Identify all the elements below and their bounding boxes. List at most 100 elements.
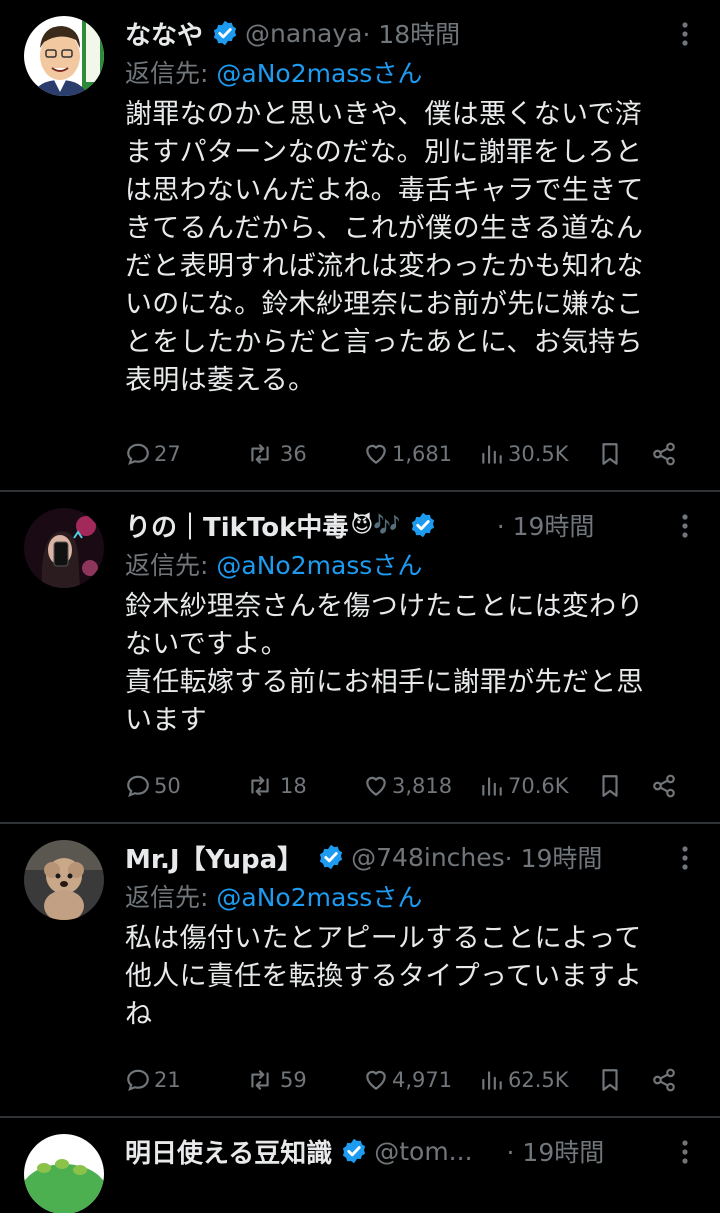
bookmark-button[interactable] [597,768,626,804]
views-icon [482,777,502,796]
more-icon[interactable] [680,1138,690,1166]
action-bar: 21 59 4,971 62.5K [125,1062,695,1098]
display-name[interactable]: りの｜TikTok中毒 [125,507,348,544]
verified-badge-icon [320,844,343,870]
name-emoji: 😈🎶 [350,512,401,538]
share-button[interactable] [651,1062,680,1098]
reply-prefix: 返信先: [125,59,217,88]
avatar[interactable] [24,508,104,588]
heart-icon [366,776,386,796]
more-icon[interactable] [680,512,690,540]
bookmark-icon [602,443,618,465]
bookmark-icon [602,775,618,797]
share-button[interactable] [651,436,680,472]
handle[interactable]: @748inches [351,843,505,872]
share-icon [653,442,675,466]
retweet-icon [251,1070,269,1090]
timestamp[interactable]: · 18時間 [362,15,460,51]
reply-count: 50 [154,774,181,798]
reply-icon [127,775,149,798]
reply-context: 返信先: @aNo2massさん [125,546,422,582]
timestamp[interactable]: · 19時間 [505,839,603,875]
reply-icon [127,443,149,466]
tweet-line: きてるんだから、これが僕の生きる道なん [125,213,644,244]
handle[interactable]: @nanaya [245,19,362,48]
retweet-button[interactable]: 36 [243,436,307,472]
tweet-text: 鈴木紗理奈さんを傷つけたことには変わり ないですよ。 責任転嫁する前にお相手に謝… [125,588,700,740]
reply-prefix: 返信先: [125,551,217,580]
reply-prefix: 返信先: [125,883,217,912]
action-bar: 27 36 1,681 30.5K [125,436,695,472]
verified-badge-icon [411,512,434,538]
avatar[interactable] [24,1134,104,1213]
timestamp[interactable]: · 19時間 [507,1133,605,1169]
share-icon [653,774,675,798]
like-button[interactable]: 3,818 [363,768,452,804]
tweet-line: ね [125,999,153,1030]
reply-button[interactable]: 27 [125,436,181,472]
reply-button[interactable]: 50 [125,768,181,804]
retweet-count: 36 [280,442,307,466]
tweet-line: 鈴木紗理奈さんを傷つけたことには変わり [125,591,644,622]
heart-icon [366,444,386,464]
verified-badge-icon [213,20,237,46]
action-bar: 50 18 3,818 70.6K [125,768,695,804]
tweet[interactable]: りの｜TikTok中毒 😈🎶 · 19時間 返信先: @aNo2massさん 鈴… [0,492,720,822]
retweet-count: 18 [280,774,307,798]
tweet-line: 私は傷付いたとアピールすることによって [125,923,642,954]
tweet-line: いのにな。鈴木紗理奈にお前が先に嫌なこ [125,289,644,320]
tweet[interactable]: ななや @nanaya · 18時間 返信先: @aNo2massさん 謝罪なの… [0,0,720,490]
reply-mention[interactable]: @aNo2massさん [216,883,422,912]
tweet-text: 謝罪なのかと思いきや、僕は悪くないで済 ますパターンなのだな。別に謝罪をしろと … [125,96,700,400]
display-name[interactable]: Mr.J【Yupa】 [125,839,303,876]
tweet-line: 謝罪なのかと思いきや、僕は悪くないで済 [125,99,643,130]
tweet-line: とをしたからだと言ったあとに、お気持ち [125,327,643,358]
avatar[interactable] [24,16,104,96]
like-button[interactable]: 1,681 [363,436,452,472]
tweet[interactable]: 明日使える豆知識 @tom... · 19時間 [0,1118,720,1213]
retweet-button[interactable]: 18 [243,768,307,804]
share-icon [653,1068,675,1092]
bookmark-icon [602,1069,618,1091]
display-name[interactable]: ななや [125,15,203,52]
retweet-button[interactable]: 59 [243,1062,307,1098]
reply-mention[interactable]: @aNo2massさん [216,59,422,88]
tweet-line: は思わないんだよね。毒舌キャラで生きて [125,175,644,206]
views-button[interactable]: 30.5K [479,436,569,472]
verified-badge-icon [343,1138,366,1164]
reply-count: 27 [154,442,181,466]
view-count: 30.5K [508,442,569,466]
views-icon [482,1071,502,1090]
retweet-icon [251,776,269,796]
more-icon[interactable] [680,20,690,48]
tweet-line: います [125,705,207,736]
bookmark-button[interactable] [597,1062,626,1098]
tweet[interactable]: Mr.J【Yupa】 @748inches · 19時間 返信先: @aNo2m… [0,824,720,1116]
view-count: 62.5K [508,1068,569,1092]
tweet-line: 責任転嫁する前にお相手に謝罪が先だと思 [125,667,644,698]
reply-context: 返信先: @aNo2massさん [125,878,422,914]
reply-count: 21 [154,1068,181,1092]
retweet-count: 59 [280,1068,307,1092]
share-button[interactable] [651,768,680,804]
tweet-line: ないですよ。 [125,629,288,660]
avatar[interactable] [24,840,104,920]
like-button[interactable]: 4,971 [363,1062,452,1098]
like-count: 3,818 [392,774,453,798]
like-count: 1,681 [392,442,453,466]
handle[interactable]: @tom... [374,1137,472,1166]
reply-button[interactable]: 21 [125,1062,181,1098]
heart-icon [366,1070,386,1090]
display-name[interactable]: 明日使える豆知識 [125,1133,332,1170]
like-count: 4,971 [392,1068,453,1092]
view-count: 70.6K [508,774,569,798]
more-icon[interactable] [680,844,690,872]
timestamp[interactable]: · 19時間 [497,507,595,543]
bookmark-button[interactable] [597,436,626,472]
views-button[interactable]: 62.5K [479,1062,569,1098]
tweet-line: 表明は萎える。 [125,365,316,396]
views-button[interactable]: 70.6K [479,768,569,804]
reply-mention[interactable]: @aNo2massさん [216,551,422,580]
tweet-line: だと表明すれば流れは変わったかも知れな [125,251,644,282]
tweet-line: 他人に責任を転換するタイプっていますよ [125,961,643,992]
